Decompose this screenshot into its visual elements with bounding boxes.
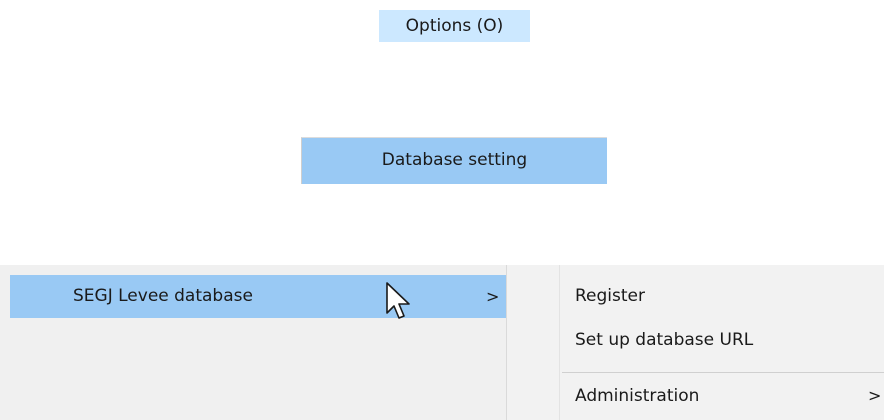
menu-item-database-setting-label: Database setting bbox=[381, 150, 528, 170]
menubar-options[interactable]: Options (O) bbox=[379, 10, 530, 42]
menu-item-database-setting[interactable]: Database setting bbox=[301, 137, 607, 184]
submenu-icon-column-divider bbox=[559, 265, 560, 420]
chevron-right-icon: > bbox=[486, 287, 500, 306]
menubar-options-label: Options (O) bbox=[405, 16, 504, 36]
menu-item-set-up-database-url[interactable]: Set up database URL bbox=[575, 325, 753, 355]
menu-separator bbox=[562, 372, 884, 373]
chevron-right-icon: > bbox=[868, 386, 882, 405]
database-submenu: SEGJ Levee database > bbox=[0, 265, 506, 420]
menu-item-administration[interactable]: Administration bbox=[575, 381, 699, 411]
menu-item-segj-levee-database-label: SEGJ Levee database bbox=[73, 286, 253, 306]
arrow-cursor-icon bbox=[386, 282, 410, 319]
levee-submenu: Register Set up database URL Administrat… bbox=[506, 265, 884, 420]
menu-item-register[interactable]: Register bbox=[575, 281, 645, 311]
menu-item-segj-levee-database[interactable]: SEGJ Levee database > bbox=[10, 275, 506, 319]
